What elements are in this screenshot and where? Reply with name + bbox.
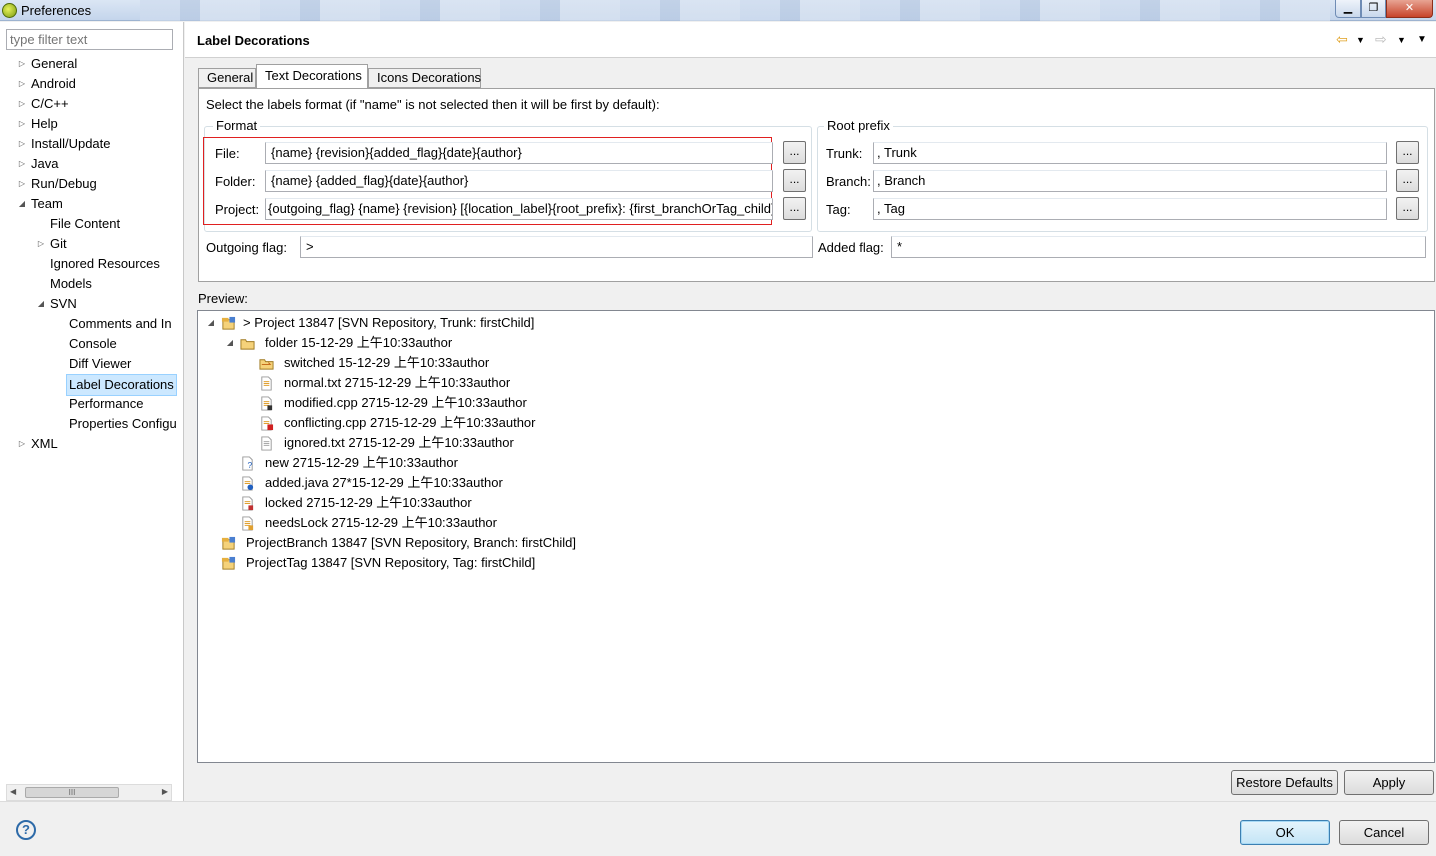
expand-arrow-icon[interactable]: ▷ <box>17 54 27 74</box>
trunk-prefix-input[interactable]: , Trunk <box>873 142 1387 164</box>
added-file-icon <box>242 476 254 491</box>
file-format-browse-button[interactable]: ... <box>783 141 806 164</box>
text-decorations-panel: Select the labels format (if "name" is n… <box>198 88 1435 282</box>
root-prefix-group-title: Root prefix <box>824 118 893 133</box>
tag-browse-button[interactable]: ... <box>1396 197 1419 220</box>
scroll-left-icon[interactable]: ◀ <box>10 787 16 796</box>
project-icon <box>221 536 236 550</box>
new-file-icon: ? <box>242 456 253 471</box>
tag-prefix-input[interactable]: , Tag <box>873 198 1387 220</box>
folder-format-label: Folder: <box>215 174 256 189</box>
branch-label: Branch: <box>826 174 871 189</box>
project-format-browse-button[interactable]: ... <box>783 197 806 220</box>
added-flag-input[interactable]: * <box>891 236 1426 258</box>
title-bar: Preferences ▁ ❐ ✕ <box>0 0 1436 21</box>
title-bar-background <box>140 0 1330 21</box>
expand-arrow-icon[interactable]: ▷ <box>17 74 27 94</box>
close-window-button[interactable]: ✕ <box>1386 0 1433 18</box>
back-menu-chevron-icon[interactable]: ▼ <box>1356 35 1365 45</box>
folder-format-browse-button[interactable]: ... <box>783 169 806 192</box>
expand-arrow-icon[interactable]: ▷ <box>17 134 27 154</box>
conflict-file-icon <box>261 416 274 431</box>
horizontal-scrollbar[interactable]: ◀ III ▶ <box>6 784 172 801</box>
folder-icon <box>240 339 255 350</box>
expand-arrow-icon[interactable]: ▷ <box>17 174 27 194</box>
outgoing-flag-input[interactable]: > <box>300 236 813 258</box>
collapse-arrow-icon[interactable]: ◢ <box>17 194 27 214</box>
expand-arrow-icon[interactable]: ▷ <box>17 114 27 134</box>
locked-file-icon <box>242 496 254 511</box>
trunk-label: Trunk: <box>826 146 863 161</box>
trunk-browse-button[interactable]: ... <box>1396 141 1419 164</box>
project-format-label: Project: <box>215 202 260 217</box>
format-group-title: Format <box>213 118 261 133</box>
maximize-button[interactable]: ❐ <box>1361 0 1386 18</box>
ok-button[interactable]: OK <box>1240 820 1330 845</box>
preview-label: Preview: <box>198 291 248 306</box>
file-format-label: File: <box>215 146 240 161</box>
help-icon[interactable]: ? <box>16 820 36 840</box>
project-icon <box>221 316 236 330</box>
folder-format-input[interactable]: {name} {added_flag}{date}{author} <box>265 170 773 192</box>
view-menu-icon[interactable]: ▼ <box>1417 34 1427 45</box>
collapse-arrow-icon[interactable]: ◢ <box>225 333 235 353</box>
preview-tree: ◢ > Project 13847 [SVN Repository, Trunk… <box>197 310 1435 763</box>
preferences-sidebar: ▷General ▷Android ▷C/C++ ▷Help ▷Install/… <box>0 22 184 801</box>
modified-file-icon <box>261 396 273 411</box>
dialog-button-bar: ? OK Cancel <box>0 801 1436 856</box>
eclipse-app-icon <box>2 3 17 18</box>
added-flag-label: Added flag: <box>818 240 884 255</box>
minimize-button[interactable]: ▁ <box>1335 0 1361 18</box>
branch-prefix-input[interactable]: , Branch <box>873 170 1387 192</box>
file-format-input[interactable]: {name} {revision}{added_flag}{date}{auth… <box>265 142 773 164</box>
needslock-file-icon <box>242 516 254 531</box>
project-format-input[interactable]: {outgoing_flag} {name} {revision} [{loca… <box>265 198 773 220</box>
expand-arrow-icon[interactable]: ▷ <box>17 434 27 454</box>
page-header: Label Decorations ⇦ ▼ ⇨ ▼ ▼ <box>185 22 1436 58</box>
tab-text-decorations[interactable]: Text Decorations <box>256 64 368 89</box>
svg-text:?: ? <box>248 460 253 470</box>
apply-button[interactable]: Apply <box>1344 770 1434 795</box>
branch-browse-button[interactable]: ... <box>1396 169 1419 192</box>
back-arrow-icon[interactable]: ⇦ <box>1336 31 1348 48</box>
ignored-file-icon <box>261 436 272 451</box>
collapse-arrow-icon[interactable]: ◢ <box>36 294 46 314</box>
scroll-right-icon[interactable]: ▶ <box>162 787 168 796</box>
window-title: Preferences <box>21 3 92 18</box>
tag-label: Tag: <box>826 202 851 217</box>
collapse-arrow-icon[interactable]: ◢ <box>206 313 216 333</box>
switched-folder-icon <box>259 359 274 370</box>
tab-general[interactable]: General <box>198 68 256 88</box>
root-prefix-group: Root prefix Trunk: , Trunk ... Branch: ,… <box>817 118 1428 232</box>
filter-input[interactable] <box>6 29 173 50</box>
format-group: Format File: {name} {revision}{added_fla… <box>203 118 812 232</box>
restore-defaults-button[interactable]: Restore Defaults <box>1231 770 1338 795</box>
expand-arrow-icon[interactable]: ▷ <box>36 234 46 254</box>
cancel-button[interactable]: Cancel <box>1339 820 1429 845</box>
scrollbar-thumb[interactable]: III <box>25 787 119 798</box>
outgoing-flag-label: Outgoing flag: <box>206 240 287 255</box>
tab-icons-decorations[interactable]: Icons Decorations <box>368 68 481 88</box>
forward-arrow-icon[interactable]: ⇨ <box>1375 31 1387 48</box>
expand-arrow-icon[interactable]: ▷ <box>17 94 27 114</box>
format-instruction: Select the labels format (if "name" is n… <box>206 97 660 112</box>
expand-arrow-icon[interactable]: ▷ <box>17 154 27 174</box>
page-title: Label Decorations <box>197 33 310 48</box>
file-icon <box>261 376 272 391</box>
forward-menu-chevron-icon[interactable]: ▼ <box>1397 35 1406 45</box>
project-icon <box>221 556 236 570</box>
